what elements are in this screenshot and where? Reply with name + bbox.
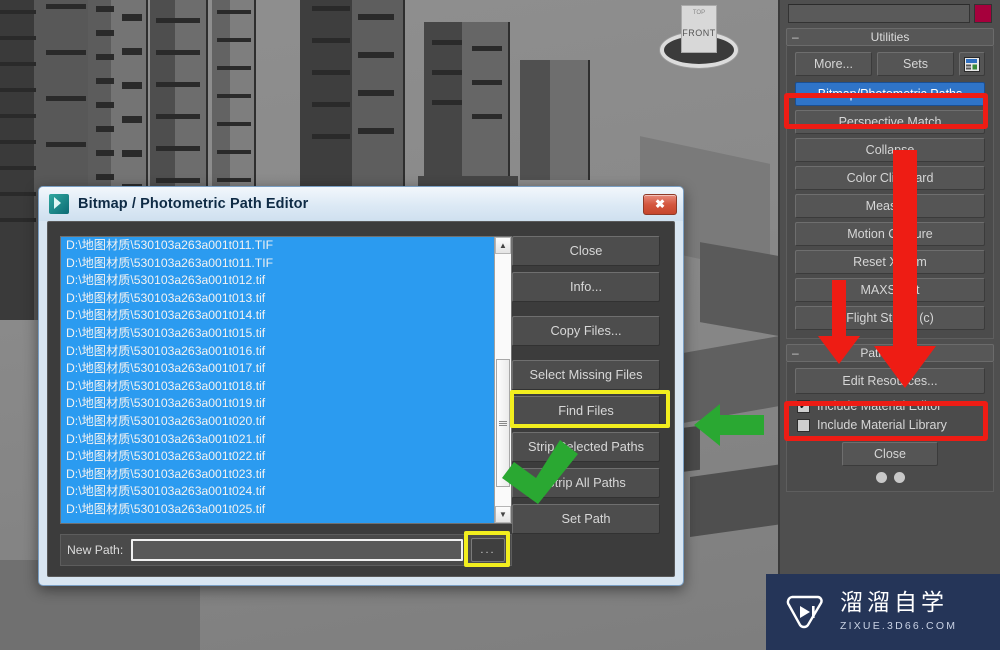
browse-path-button[interactable]: ... bbox=[471, 538, 505, 562]
file-list-item[interactable]: D:\地图材质\530103a263a001t017.tif bbox=[61, 360, 494, 378]
utilities-rollout-body: More... Sets Bitmap/Photometric Paths Pe… bbox=[786, 46, 994, 339]
configure-button-sets-icon[interactable] bbox=[959, 52, 985, 76]
collapse-minus-icon[interactable]: – bbox=[792, 347, 799, 359]
bitmap-photometric-path-editor-dialog[interactable]: Bitmap / Photometric Path Editor ✖ D:\地图… bbox=[38, 186, 684, 586]
include-material-editor-row[interactable]: ✔ Include Material Editor bbox=[797, 399, 985, 413]
file-list-item[interactable]: D:\地图材质\530103a263a001t016.tif bbox=[61, 343, 494, 361]
include-material-editor-label: Include Material Editor bbox=[817, 399, 942, 413]
play-logo-glyph bbox=[786, 595, 823, 629]
object-color-swatch[interactable] bbox=[974, 4, 992, 23]
path-editor-rollout: – Path Editor Edit Resources... ✔ Includ… bbox=[786, 344, 994, 492]
edit-resources-button[interactable]: Edit Resources... bbox=[795, 368, 985, 394]
play-button-logo-icon bbox=[784, 591, 826, 633]
utility-button-color-clipboard[interactable]: Color Clipboard bbox=[795, 166, 985, 190]
utility-button-measure[interactable]: Measure bbox=[795, 194, 985, 218]
dialog-body: D:\地图材质\530103a263a001t011.TIF D:\地图材质\53… bbox=[47, 221, 675, 577]
utilities-top-row: More... Sets bbox=[795, 52, 985, 76]
file-list-items[interactable]: D:\地图材质\530103a263a001t011.TIF D:\地图材质\53… bbox=[61, 237, 494, 523]
utilities-rollout: – Utilities More... Sets Bitmap/Photomet… bbox=[786, 28, 994, 339]
utility-button-motion-capture[interactable]: Motion Capture bbox=[795, 222, 985, 246]
path-editor-title: Path Editor bbox=[860, 346, 920, 360]
viewcube[interactable]: TOP FRONT bbox=[650, 2, 746, 94]
scroll-down-icon[interactable]: ▼ bbox=[495, 506, 511, 523]
panel-resize-dots[interactable] bbox=[795, 472, 985, 483]
utilities-rollout-header[interactable]: – Utilities bbox=[786, 28, 994, 46]
file-list-item[interactable]: D:\地图材质\530103a263a001t021.tif bbox=[61, 431, 494, 449]
resize-dot bbox=[875, 472, 887, 483]
file-list-item[interactable]: D:\地图材质\530103a263a001t011.TIF bbox=[61, 237, 494, 255]
copy-files-button[interactable]: Copy Files... bbox=[512, 316, 660, 346]
file-list-item[interactable]: D:\地图材质\530103a263a001t020.tif bbox=[61, 413, 494, 431]
file-list-item[interactable]: D:\地图材质\530103a263a001t011.TIF bbox=[61, 255, 494, 273]
info-button[interactable]: Info... bbox=[512, 272, 660, 302]
new-path-input[interactable] bbox=[131, 539, 463, 561]
command-panel: – Utilities More... Sets Bitmap/Photomet… bbox=[778, 0, 1000, 650]
file-list-item[interactable]: D:\地图材质\530103a263a001t013.tif bbox=[61, 290, 494, 308]
resize-dot bbox=[893, 472, 905, 483]
new-path-label: New Path: bbox=[67, 543, 124, 557]
scroll-up-icon[interactable]: ▲ bbox=[495, 237, 511, 254]
viewcube-top-label: TOP bbox=[692, 10, 706, 16]
dialog-button-column: Close Info... Copy Files... Select Missi… bbox=[512, 236, 660, 540]
utility-button-perspective-match[interactable]: Perspective Match bbox=[795, 110, 985, 134]
include-material-library-row[interactable]: Include Material Library bbox=[797, 418, 985, 432]
ground-structure bbox=[700, 242, 778, 338]
utility-button-bitmap-photometric-paths[interactable]: Bitmap/Photometric Paths bbox=[795, 82, 985, 106]
include-material-library-checkbox[interactable] bbox=[797, 418, 810, 432]
ground-structure bbox=[690, 462, 778, 538]
file-list[interactable]: D:\地图材质\530103a263a001t011.TIF D:\地图材质\53… bbox=[60, 236, 512, 524]
watermark-brand-en: ZIXUE.3D66.COM bbox=[840, 620, 958, 632]
path-editor-close-button[interactable]: Close bbox=[842, 442, 938, 466]
file-list-item[interactable]: D:\地图材质\530103a263a001t024.tif bbox=[61, 483, 494, 501]
path-editor-close-wrap: Close bbox=[795, 442, 985, 466]
dialog-close-button[interactable]: Close bbox=[512, 236, 660, 266]
utility-button-collapse[interactable]: Collapse bbox=[795, 138, 985, 162]
file-list-item[interactable]: D:\地图材质\530103a263a001t015.tif bbox=[61, 325, 494, 343]
utility-button-flight-studio[interactable]: Flight Studio (c) bbox=[795, 306, 985, 330]
utilities-title: Utilities bbox=[870, 30, 910, 44]
file-list-scrollbar[interactable]: ▲ ▼ bbox=[494, 237, 511, 523]
file-list-item[interactable]: D:\地图材质\530103a263a001t018.tif bbox=[61, 378, 494, 396]
strip-all-paths-button[interactable]: Strip All Paths bbox=[512, 468, 660, 498]
scrollbar-thumb[interactable] bbox=[496, 359, 510, 487]
dialog-close-icon[interactable]: ✖ bbox=[643, 193, 677, 215]
more-button[interactable]: More... bbox=[795, 52, 872, 76]
file-list-item[interactable]: D:\地图材质\530103a263a001t025.tif bbox=[61, 501, 494, 519]
file-list-item[interactable]: D:\地图材质\530103a263a001t022.tif bbox=[61, 448, 494, 466]
set-path-button[interactable]: Set Path bbox=[512, 504, 660, 534]
object-name-row bbox=[780, 0, 1000, 28]
configure-sets-glyph bbox=[964, 56, 980, 72]
watermark-box: 溜溜自学 ZIXUE.3D66.COM bbox=[766, 574, 1000, 650]
strip-selected-paths-button[interactable]: Strip Selected Paths bbox=[512, 432, 660, 462]
watermark-brand-cn: 溜溜自学 bbox=[840, 590, 948, 616]
viewcube-cube[interactable]: TOP FRONT bbox=[681, 5, 717, 53]
utility-button-reset-xform[interactable]: Reset XForm bbox=[795, 250, 985, 274]
include-material-library-label: Include Material Library bbox=[817, 418, 947, 432]
watermark-text-block: 溜溜自学 ZIXUE.3D66.COM bbox=[840, 590, 958, 633]
sets-button[interactable]: Sets bbox=[877, 52, 954, 76]
max-app-icon bbox=[49, 194, 69, 214]
viewcube-front-label: FRONT bbox=[682, 28, 716, 38]
dialog-titlebar[interactable]: Bitmap / Photometric Path Editor ✖ bbox=[39, 187, 683, 221]
select-missing-files-button[interactable]: Select Missing Files bbox=[512, 360, 660, 390]
file-list-item[interactable]: D:\地图材质\530103a263a001t019.tif bbox=[61, 395, 494, 413]
path-editor-rollout-header[interactable]: – Path Editor bbox=[786, 344, 994, 362]
scrollbar-track[interactable] bbox=[495, 254, 511, 506]
object-name-field[interactable] bbox=[788, 4, 970, 23]
dialog-title: Bitmap / Photometric Path Editor bbox=[78, 196, 309, 212]
path-editor-rollout-body: Edit Resources... ✔ Include Material Edi… bbox=[786, 362, 994, 492]
building-block bbox=[424, 22, 510, 182]
file-list-item[interactable]: D:\地图材质\530103a263a001t014.tif bbox=[61, 307, 494, 325]
new-path-row: New Path: ... bbox=[60, 534, 512, 566]
find-files-button[interactable]: Find Files bbox=[512, 396, 660, 426]
include-material-editor-checkbox[interactable]: ✔ bbox=[797, 399, 810, 413]
file-list-item[interactable]: D:\地图材质\530103a263a001t012.tif bbox=[61, 272, 494, 290]
file-list-item[interactable]: D:\地图材质\530103a263a001t023.tif bbox=[61, 466, 494, 484]
collapse-minus-icon[interactable]: – bbox=[792, 31, 799, 43]
utility-button-maxscript[interactable]: MAXScript bbox=[795, 278, 985, 302]
building-block bbox=[520, 60, 590, 180]
watermark: 溜溜自学 ZIXUE.3D66.COM bbox=[0, 574, 1000, 650]
